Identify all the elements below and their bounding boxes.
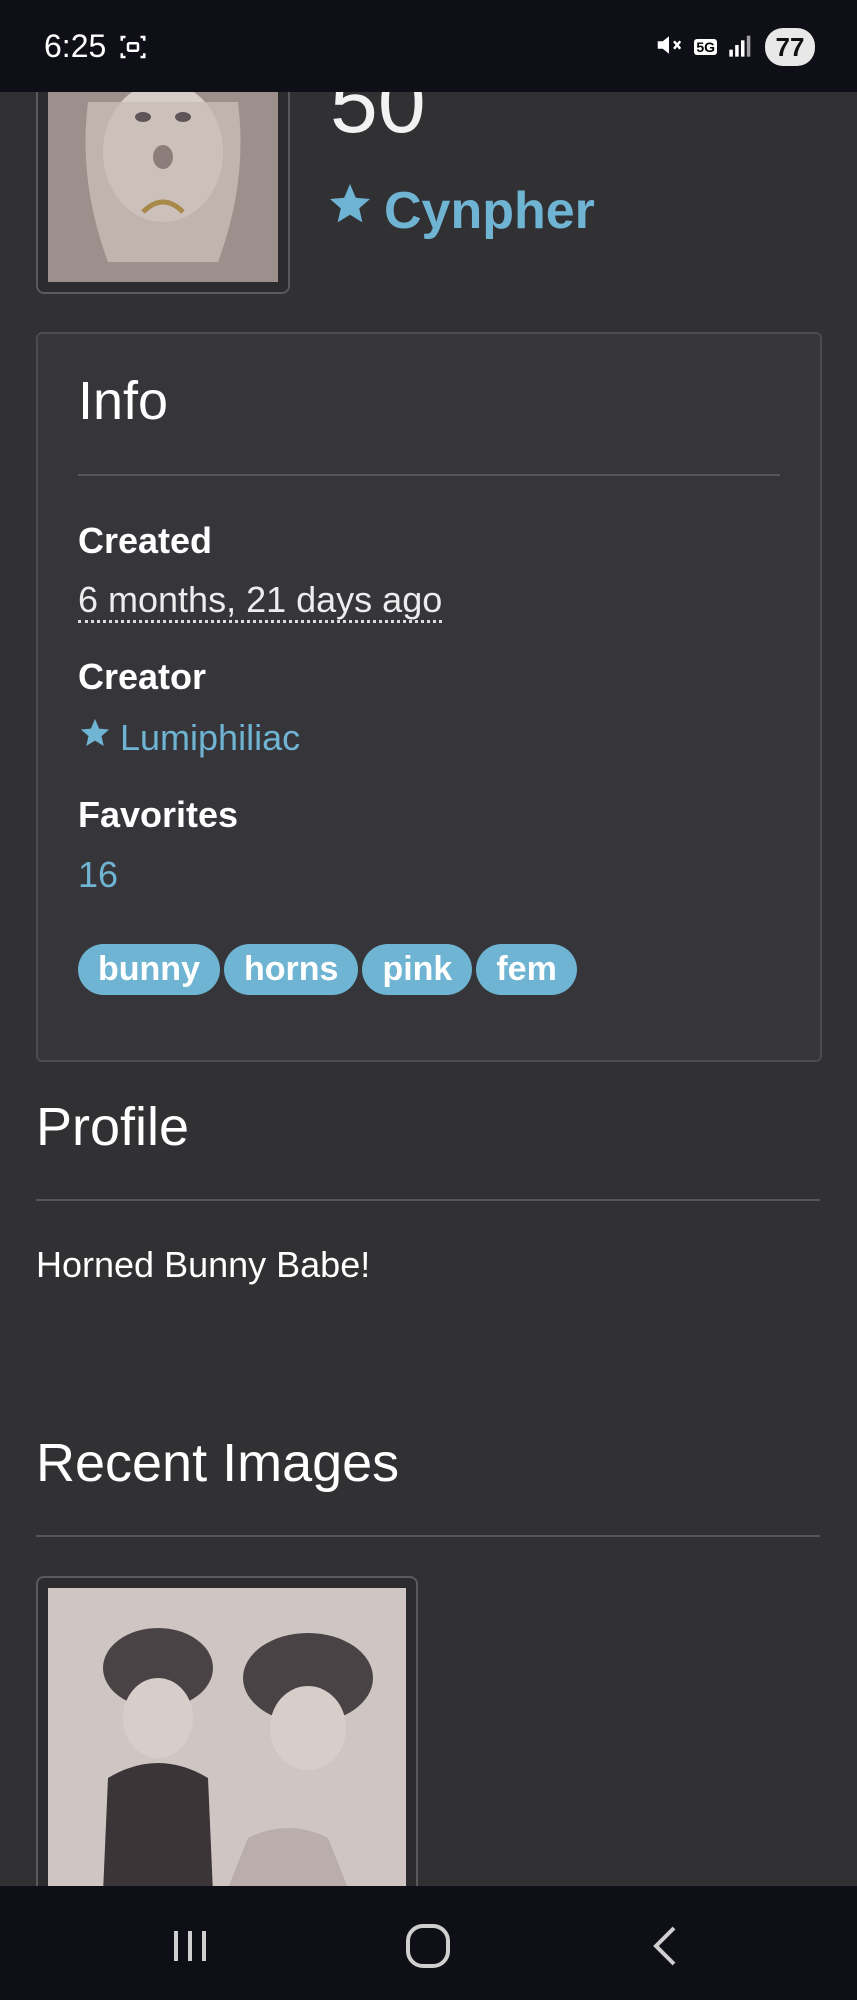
owner-link[interactable]: Cynpher xyxy=(326,180,595,241)
favorites-label: Favorites xyxy=(78,794,239,835)
star-icon xyxy=(78,716,112,759)
owner-name: Cynpher xyxy=(384,181,595,240)
screen-capture-icon xyxy=(118,32,146,60)
profile-text: Horned Bunny Babe! xyxy=(36,1244,371,1285)
recent-images-title: Recent Images xyxy=(36,1433,400,1493)
recents-icon[interactable] xyxy=(160,1916,220,1976)
favorites-count[interactable]: 16 xyxy=(78,854,118,896)
battery-indicator: 77 xyxy=(765,28,815,66)
profile-title: Profile xyxy=(36,1097,190,1157)
info-card: Info Created 6 months, 21 days ago Creat… xyxy=(36,332,822,1062)
status-bar: 6:25 5G 77 xyxy=(0,0,857,92)
tag-pink[interactable]: pink xyxy=(362,944,473,995)
character-art xyxy=(48,62,278,282)
info-divider xyxy=(78,474,780,476)
recent-images-divider xyxy=(36,1535,820,1537)
star-icon xyxy=(326,180,374,241)
navigation-bar xyxy=(0,1886,857,2000)
home-icon[interactable] xyxy=(398,1916,458,1976)
tag-horns[interactable]: horns xyxy=(223,944,359,995)
creator-label: Creator xyxy=(78,656,207,697)
info-title: Info xyxy=(78,371,169,431)
tag-list: bunny horns pink fem xyxy=(78,944,577,995)
created-label: Created xyxy=(78,520,213,561)
network-type: 5G xyxy=(694,39,717,55)
status-time: 6:25 xyxy=(44,28,107,64)
creator-link[interactable]: Lumiphiliac xyxy=(78,716,300,759)
profile-divider xyxy=(36,1199,820,1201)
signal-icon xyxy=(727,31,755,64)
mute-icon xyxy=(654,30,684,65)
status-right: 5G 77 xyxy=(654,28,815,66)
back-icon[interactable] xyxy=(636,1916,696,1976)
tag-bunny[interactable]: bunny xyxy=(78,944,220,995)
character-thumbnail[interactable] xyxy=(36,60,290,294)
tag-fem[interactable]: fem xyxy=(476,944,577,995)
creator-name: Lumiphiliac xyxy=(120,716,301,758)
created-value: 6 months, 21 days ago xyxy=(78,580,443,623)
